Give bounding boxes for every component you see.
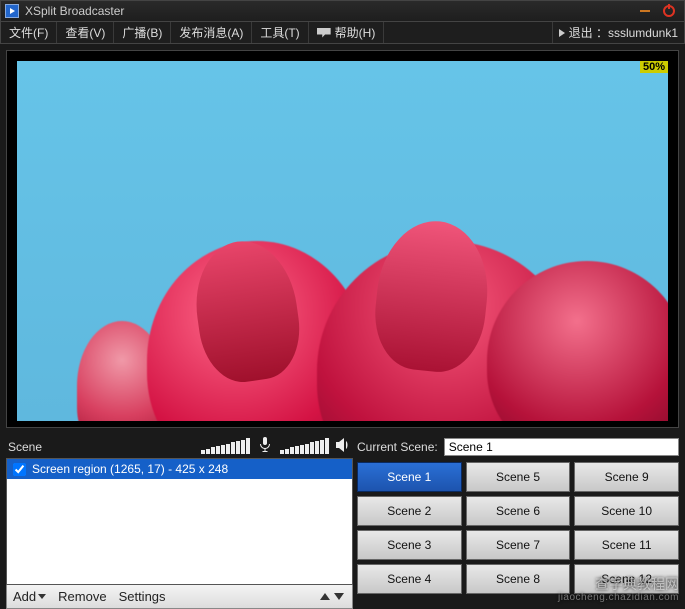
dropdown-icon [38,594,46,599]
scene-button-1[interactable]: Scene 1 [357,462,462,492]
scene-button-6[interactable]: Scene 6 [466,496,571,526]
menu-help-label: 帮助(H) [335,24,376,41]
scene-button-4[interactable]: Scene 4 [357,564,462,594]
menu-file[interactable]: 文件(F) [1,22,57,43]
move-up-button[interactable] [320,593,330,600]
minimize-button[interactable] [634,4,656,18]
add-source-button[interactable]: Add [7,585,52,608]
app-title: XSplit Broadcaster [25,4,124,18]
current-scene-label: Current Scene: [357,440,438,454]
scene-button-5[interactable]: Scene 5 [466,462,571,492]
source-checkbox[interactable] [13,463,26,476]
minimize-icon [640,10,650,12]
source-list-footer: Add Remove Settings [6,585,353,609]
exit-user-block[interactable]: 退出 ： ssslumdunk1 [552,22,684,43]
speaker-volume-meter[interactable] [280,438,329,454]
menu-publish[interactable]: 发布消息(A) [171,22,252,43]
preview-area[interactable]: 50% [6,50,679,428]
envelope-icon [317,28,331,38]
scene-label: Scene [8,440,42,454]
speaker-icon[interactable] [335,436,353,454]
source-item[interactable]: Screen region (1265, 17) - 425 x 248 [7,459,352,479]
source-item-label: Screen region (1265, 17) - 425 x 248 [32,462,228,476]
scene-grid: Scene 1Scene 5Scene 9Scene 2Scene 6Scene… [357,462,679,594]
power-icon [663,5,675,17]
exit-label: 退出 ： [569,24,608,41]
source-list[interactable]: Screen region (1265, 17) - 425 x 248 [6,458,353,585]
scene-button-7[interactable]: Scene 7 [466,530,571,560]
menu-tools[interactable]: 工具(T) [252,22,308,43]
menu-broadcast[interactable]: 广播(B) [114,22,171,43]
scene-button-8[interactable]: Scene 8 [466,564,571,594]
close-button[interactable] [658,4,680,18]
microphone-icon[interactable] [256,436,274,454]
scene-header: Scene [6,434,353,458]
scene-button-10[interactable]: Scene 10 [574,496,679,526]
menubar: 文件(F) 查看(V) 广播(B) 发布消息(A) 工具(T) 帮助(H) 退出… [0,22,685,44]
app-icon [5,4,19,18]
titlebar: XSplit Broadcaster [0,0,685,22]
username-label: ssslumdunk1 [608,26,678,40]
move-down-button[interactable] [334,593,344,600]
menu-help[interactable]: 帮助(H) [309,22,385,43]
scene-button-2[interactable]: Scene 2 [357,496,462,526]
remove-source-button[interactable]: Remove [52,585,112,608]
mic-volume-meter[interactable] [201,438,250,454]
scene-button-9[interactable]: Scene 9 [574,462,679,492]
current-scene-header: Current Scene: [357,434,679,462]
menu-view[interactable]: 查看(V) [57,22,114,43]
current-scene-input[interactable] [444,438,679,456]
scene-button-3[interactable]: Scene 3 [357,530,462,560]
scene-button-12[interactable]: Scene 12 [574,564,679,594]
add-label: Add [13,589,36,604]
scene-button-11[interactable]: Scene 11 [574,530,679,560]
preview-canvas [17,61,668,421]
settings-source-button[interactable]: Settings [113,585,172,608]
zoom-badge: 50% [640,61,668,73]
play-icon [559,29,565,37]
